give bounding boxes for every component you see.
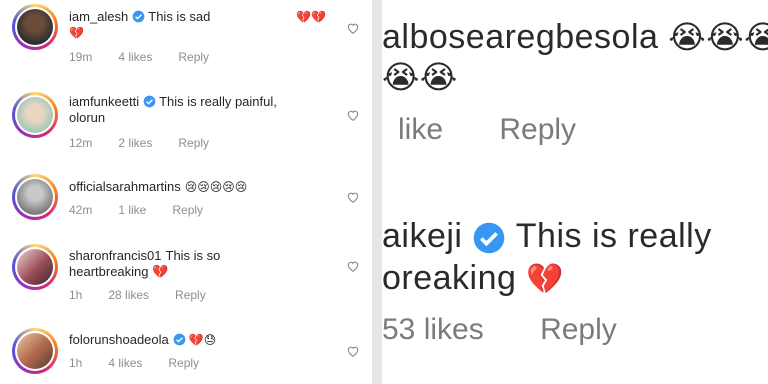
comment-text: iamfunkeetti This is really painful, olor…: [69, 94, 337, 126]
comment-username[interactable]: iam_alesh: [69, 9, 128, 24]
comment-body: This is really painful,: [159, 94, 277, 109]
panel-divider: [372, 0, 382, 384]
comment-likes[interactable]: 4 likes: [108, 356, 142, 370]
verified-icon: [474, 222, 505, 254]
comment-body: This is so: [165, 248, 221, 263]
zoomed-comment-text: oreaking: [382, 259, 517, 297]
zoomed-comment-line: 😭😭: [382, 58, 458, 97]
like-heart-icon[interactable]: [346, 259, 360, 273]
crying-emojis: 😭😭: [382, 58, 458, 96]
reply-button[interactable]: Reply: [175, 288, 206, 302]
zoomed-comment-text: This is really: [515, 217, 712, 255]
like-heart-icon[interactable]: [346, 21, 360, 35]
zoomed-comment-line: albosearegbesola 😭😭😭: [382, 18, 768, 57]
comment-text: folorunshoadeola 💔😓: [69, 332, 337, 348]
reply-button[interactable]: Reply: [168, 356, 199, 370]
like-heart-icon[interactable]: [346, 108, 360, 122]
like-heart-icon[interactable]: [346, 344, 360, 358]
verified-icon: [173, 333, 186, 346]
comment-username[interactable]: officialsarahmartins: [69, 179, 181, 194]
trailing-emojis: 💔💔: [296, 10, 326, 24]
comment-meta: 12m 2 likes Reply: [69, 136, 235, 150]
verified-icon: [143, 95, 156, 108]
reply-button[interactable]: Reply: [178, 136, 209, 150]
comment-username[interactable]: sharonfrancis01: [69, 248, 162, 263]
zoomed-comments-panel: albosearegbesola 😭😭😭 😭😭 like Reply aikej…: [382, 0, 768, 384]
zoomed-comment-line: oreaking 💔: [382, 259, 564, 298]
zoomed-reply: Reply: [499, 113, 577, 146]
comment-body: This is sad: [148, 9, 211, 24]
zoomed-meta: like Reply: [398, 113, 576, 147]
comment-meta: 19m 4 likes Reply: [69, 50, 235, 64]
comment-likes[interactable]: 1 like: [118, 203, 146, 217]
comment-likes[interactable]: 28 likes: [108, 288, 149, 302]
avatar[interactable]: [12, 4, 58, 50]
zoomed-comment-line: aikeji This is really: [382, 217, 712, 256]
comment-time: 1h: [69, 356, 83, 370]
comment-time: 42m: [69, 203, 93, 217]
comment-time: 1h: [69, 288, 83, 302]
comment-body-line2: olorun: [69, 110, 106, 125]
comment-meta: 1h 4 likes Reply: [69, 356, 225, 370]
like-heart-icon[interactable]: [346, 190, 360, 204]
zoomed-likes: 53 likes: [382, 313, 484, 346]
broken-heart-emoji: 💔: [526, 262, 565, 297]
zoomed-username: albosearegbesola: [382, 18, 659, 56]
comment-time: 12m: [69, 136, 93, 150]
reply-button[interactable]: Reply: [178, 50, 209, 64]
comment-body: 💔😓: [188, 333, 217, 347]
comment-body: 😢😢😢😢😢: [184, 180, 248, 194]
crying-emojis: 😭😭😭: [668, 18, 768, 56]
zoomed-reply: Reply: [540, 313, 617, 346]
comment-likes[interactable]: 2 likes: [118, 136, 152, 150]
avatar[interactable]: [12, 92, 58, 138]
zoomed-username: aikeji: [382, 217, 463, 255]
comment-meta: 42m 1 like Reply: [69, 203, 229, 217]
comment-likes[interactable]: 4 likes: [118, 50, 152, 64]
comment-text: sharonfrancis01 This is so heartbreaking …: [69, 248, 337, 280]
comments-panel: iam_alesh This is sad 💔💔 💔 19m 4 likes Repl…: [0, 0, 372, 384]
comment-username[interactable]: iamfunkeetti: [69, 94, 139, 109]
avatar[interactable]: [12, 174, 58, 220]
avatar[interactable]: [12, 328, 58, 374]
comment-text: officialsarahmartins 😢😢😢😢😢: [69, 179, 337, 195]
comment-username[interactable]: folorunshoadeola: [69, 332, 169, 347]
comment-text: iam_alesh This is sad 💔💔 💔: [69, 9, 337, 41]
zoomed-likes: like: [398, 113, 444, 146]
verified-icon: [132, 10, 145, 23]
comment-meta: 1h 28 likes Reply: [69, 288, 232, 302]
zoomed-meta: 53 likes Reply: [382, 313, 617, 347]
comment-time: 19m: [69, 50, 93, 64]
avatar[interactable]: [12, 244, 58, 290]
comment-body-line2: heartbreaking 💔: [69, 264, 169, 279]
comment-body-emoji: 💔: [69, 26, 84, 40]
reply-button[interactable]: Reply: [172, 203, 203, 217]
